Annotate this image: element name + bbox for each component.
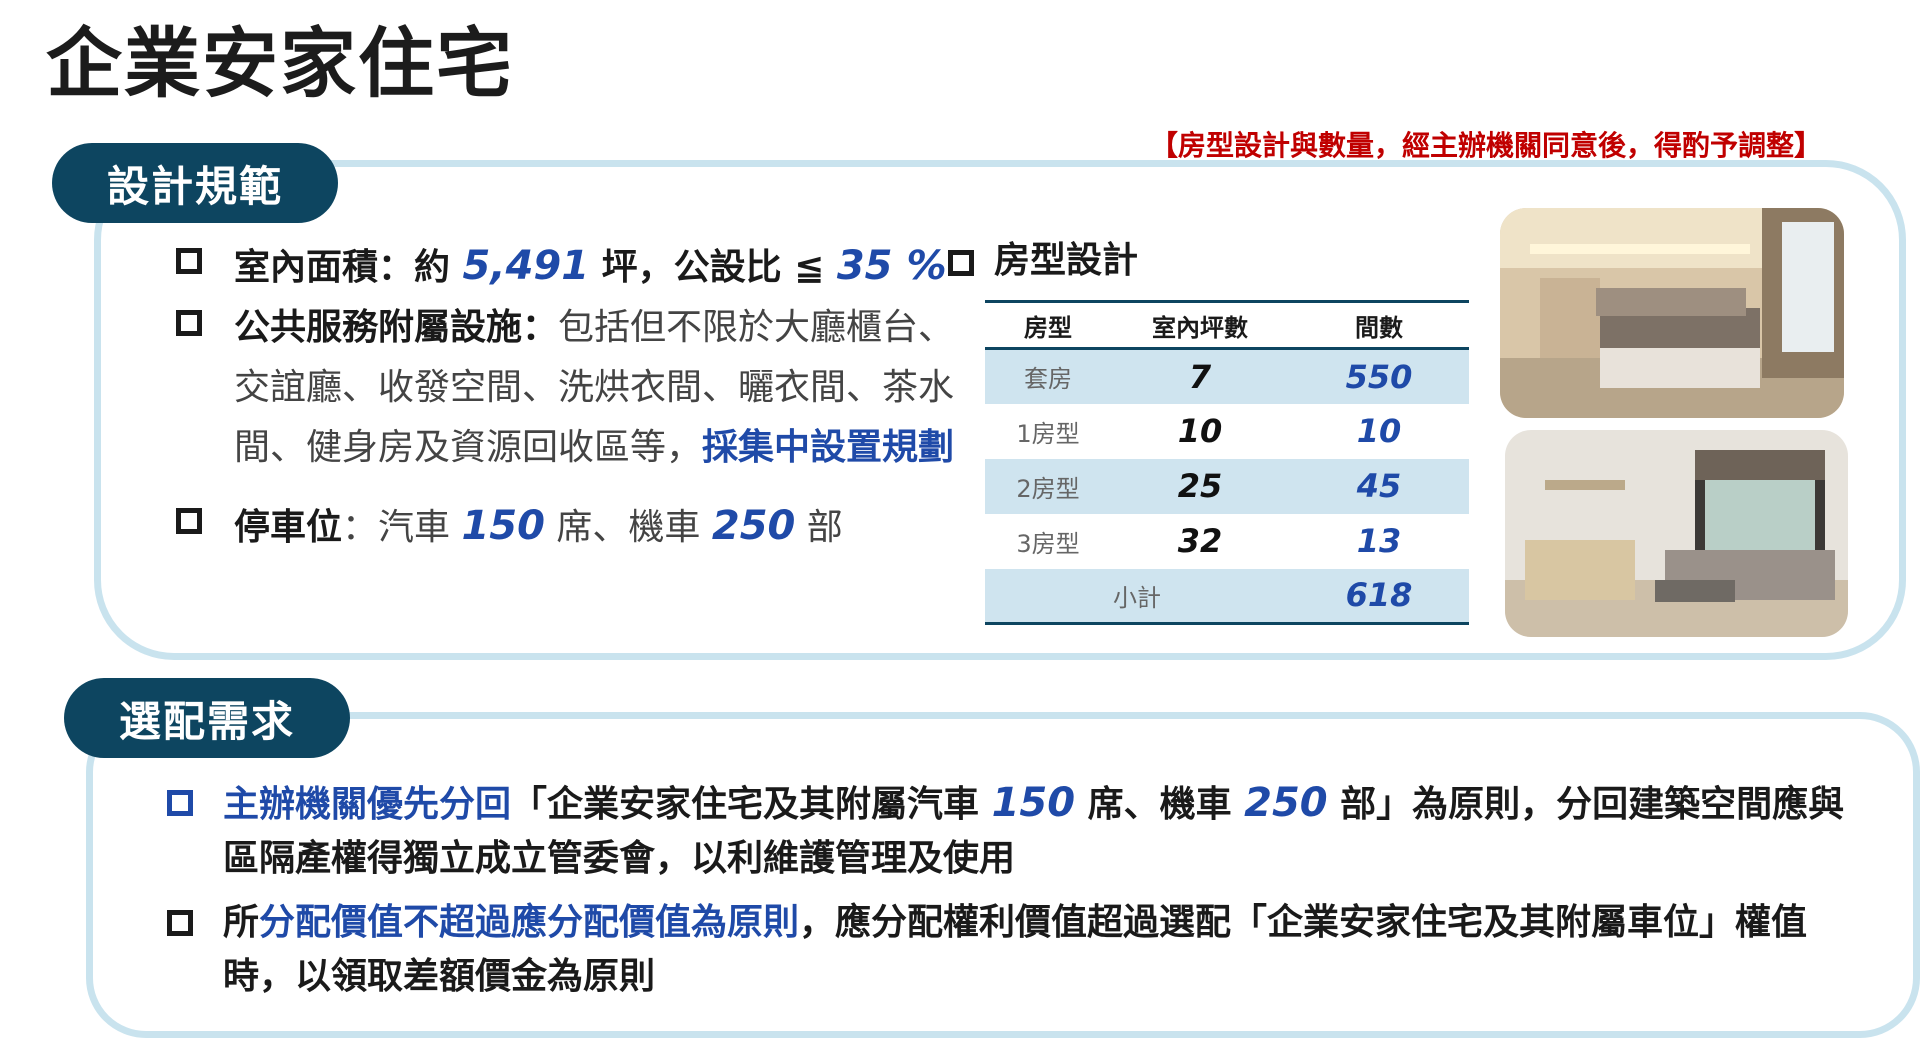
allocation-text-line2: 區隔產權得獨立成立管委會，以利維護管理及使用 [223,838,1016,879]
section-heading-design-spec: 設計規範 [52,143,338,223]
parking-text-3: 部 [795,507,843,548]
col-header-type: 房型 [985,301,1111,350]
table-subtotal-row: 小計 618 [985,568,1469,624]
subtotal-value: 618 [1289,568,1469,624]
bullet-allocation-principle: 主辦機關優先分回「企業安家住宅及其附屬汽車 150 席、機車 250 部」為原則… [167,776,1844,886]
room-count-cell: 550 [1289,348,1469,404]
subtotal-label: 小計 [985,568,1289,624]
allocation-text-2: 席、機車 [1075,784,1245,825]
public-facilities-text-2: 交誼廳、收發空間、洗烘衣間、曬衣間、茶水 [234,367,955,408]
percent-sign: % [892,243,947,289]
bullet-value-principle: 所分配價值不超過應分配價值為原則，應分配權利價值超過選配「企業安家住宅及其附屬車… [167,896,1807,1004]
page-title: 企業安家住宅 [46,19,514,108]
public-facilities-label: 公共服務附屬設施： [234,307,559,348]
common-ratio-value: 35 [836,243,893,289]
value-text-line2: 時，以領取差額價金為原則 [223,956,656,997]
room-ping-cell: 7 [1111,348,1289,404]
car-spaces-value: 150 [461,503,545,549]
allocation-text-3: 部」為原則，分回建築空間應與 [1327,784,1845,825]
bullet-square-icon [167,910,193,936]
bullet-square-icon [948,250,974,276]
common-ratio-label: 坪，公設比 ≦ [589,247,837,288]
authority-priority-text: 主辦機關優先分回 [223,784,512,825]
value-text-1: 所 [223,902,260,943]
table-row: 2房型 25 45 [985,458,1469,514]
scooter-spaces-value: 250 [711,503,796,549]
parking-text-2: 席、機車 [544,507,712,548]
col-header-count: 間數 [1289,301,1469,350]
value-text-2: ，應分配權利價值超過選配「企業安家住宅及其附屬車位」權值 [799,902,1808,943]
public-facilities-text-1: 包括但不限於大廳櫃台、 [558,307,955,348]
table-row: 套房 7 550 [985,348,1469,404]
room-count-cell: 45 [1289,458,1469,514]
adjustment-note: 【房型設計與數量，經主辦機關同意後，得酌予調整】 [1150,129,1823,162]
room-type-cell: 套房 [985,348,1111,404]
bullet-parking: 停車位：汽車 150 席、機車 250 部 [176,496,843,558]
room-type-cell: 2房型 [985,458,1111,514]
parking-label: 停車位 [234,507,343,548]
room-type-cell: 3房型 [1016,529,1080,558]
scooter-spaces-value: 250 [1244,780,1328,826]
parking-text-1: ：汽車 [342,507,462,548]
room-ping-cell: 32 [1177,522,1223,560]
living-room-photo [1505,430,1848,637]
room-count-cell: 13 [1356,522,1402,560]
bullet-square-icon [176,508,202,534]
room-ping-cell: 10 [1177,412,1223,450]
floor-area-label: 室內面積：約 [234,247,463,288]
room-design-title: 房型設計 [994,240,1139,281]
section-heading-options: 選配需求 [64,678,350,758]
floor-area-value: 5,491 [462,243,590,289]
allocation-text-1: 「企業安家住宅及其附屬汽車 [511,784,992,825]
car-spaces-value: 150 [991,780,1076,826]
table-row: 3房型 32 13 [985,514,1469,569]
bullet-floor-area: 室內面積：約 5,491 坪，公設比 ≦ 35 % [176,236,947,298]
room-type-cell: 1房型 [1016,419,1080,448]
public-facilities-text-3: 間、健身房及資源回收區等， [234,427,703,468]
value-principle-text: 分配價值不超過應分配價值為原則 [259,902,800,943]
col-header-ping: 室內坪數 [1111,301,1289,350]
bullet-square-icon [167,790,193,816]
room-count-cell: 10 [1356,412,1402,450]
table-row: 1房型 10 10 [985,404,1469,459]
bedroom-photo [1500,208,1844,418]
table-header-row: 房型 室內坪數 間數 [985,301,1469,350]
centralized-planning-text: 採集中設置規劃 [702,427,955,468]
room-ping-cell: 25 [1111,458,1289,514]
bullet-square-icon [176,248,202,274]
bullet-square-icon [176,310,202,336]
room-design-heading: 房型設計 [948,236,1138,286]
bullet-public-facilities: 公共服務附屬設施：包括但不限於大廳櫃台、 交誼廳、收發空間、洗烘衣間、曬衣間、茶… [176,298,954,478]
room-type-table: 房型 室內坪數 間數 套房 7 550 1房型 10 10 2房型 25 45 … [985,300,1469,625]
